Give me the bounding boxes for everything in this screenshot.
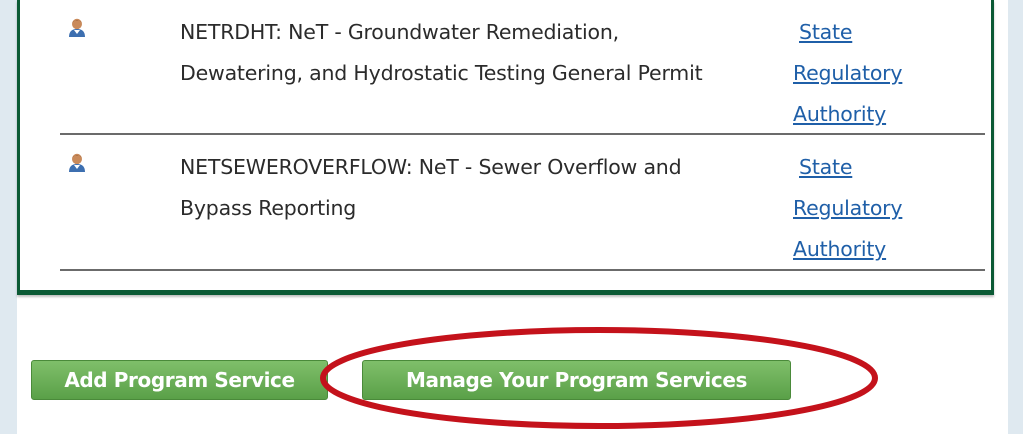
authority-link-state[interactable]: State <box>793 147 943 188</box>
authority-link[interactable]: State Regulatory Authority <box>793 12 943 135</box>
user-icon <box>69 153 85 172</box>
program-description: NETRDHT: NeT - Groundwater Remediation, … <box>180 20 703 85</box>
program-services-panel: NETRDHT: NeT - Groundwater Remediation, … <box>17 0 994 295</box>
authority-link[interactable]: State Regulatory Authority <box>793 147 943 270</box>
authority-link-authority[interactable]: Authority <box>793 94 943 135</box>
table-row: NETRDHT: NeT - Groundwater Remediation, … <box>60 0 985 135</box>
user-icon <box>69 18 85 37</box>
authority-link-authority[interactable]: Authority <box>793 229 943 270</box>
authority-link-state[interactable]: State <box>793 12 943 53</box>
authority-link-regulatory[interactable]: Regulatory <box>793 188 943 229</box>
table-row: NETSEWEROVERFLOW: NeT - Sewer Overflow a… <box>60 135 985 271</box>
program-description: NETSEWEROVERFLOW: NeT - Sewer Overflow a… <box>180 155 682 220</box>
authority-link-regulatory[interactable]: Regulatory <box>793 53 943 94</box>
manage-program-services-button[interactable]: Manage Your Program Services <box>362 360 791 400</box>
add-program-service-button[interactable]: Add Program Service <box>31 360 328 400</box>
